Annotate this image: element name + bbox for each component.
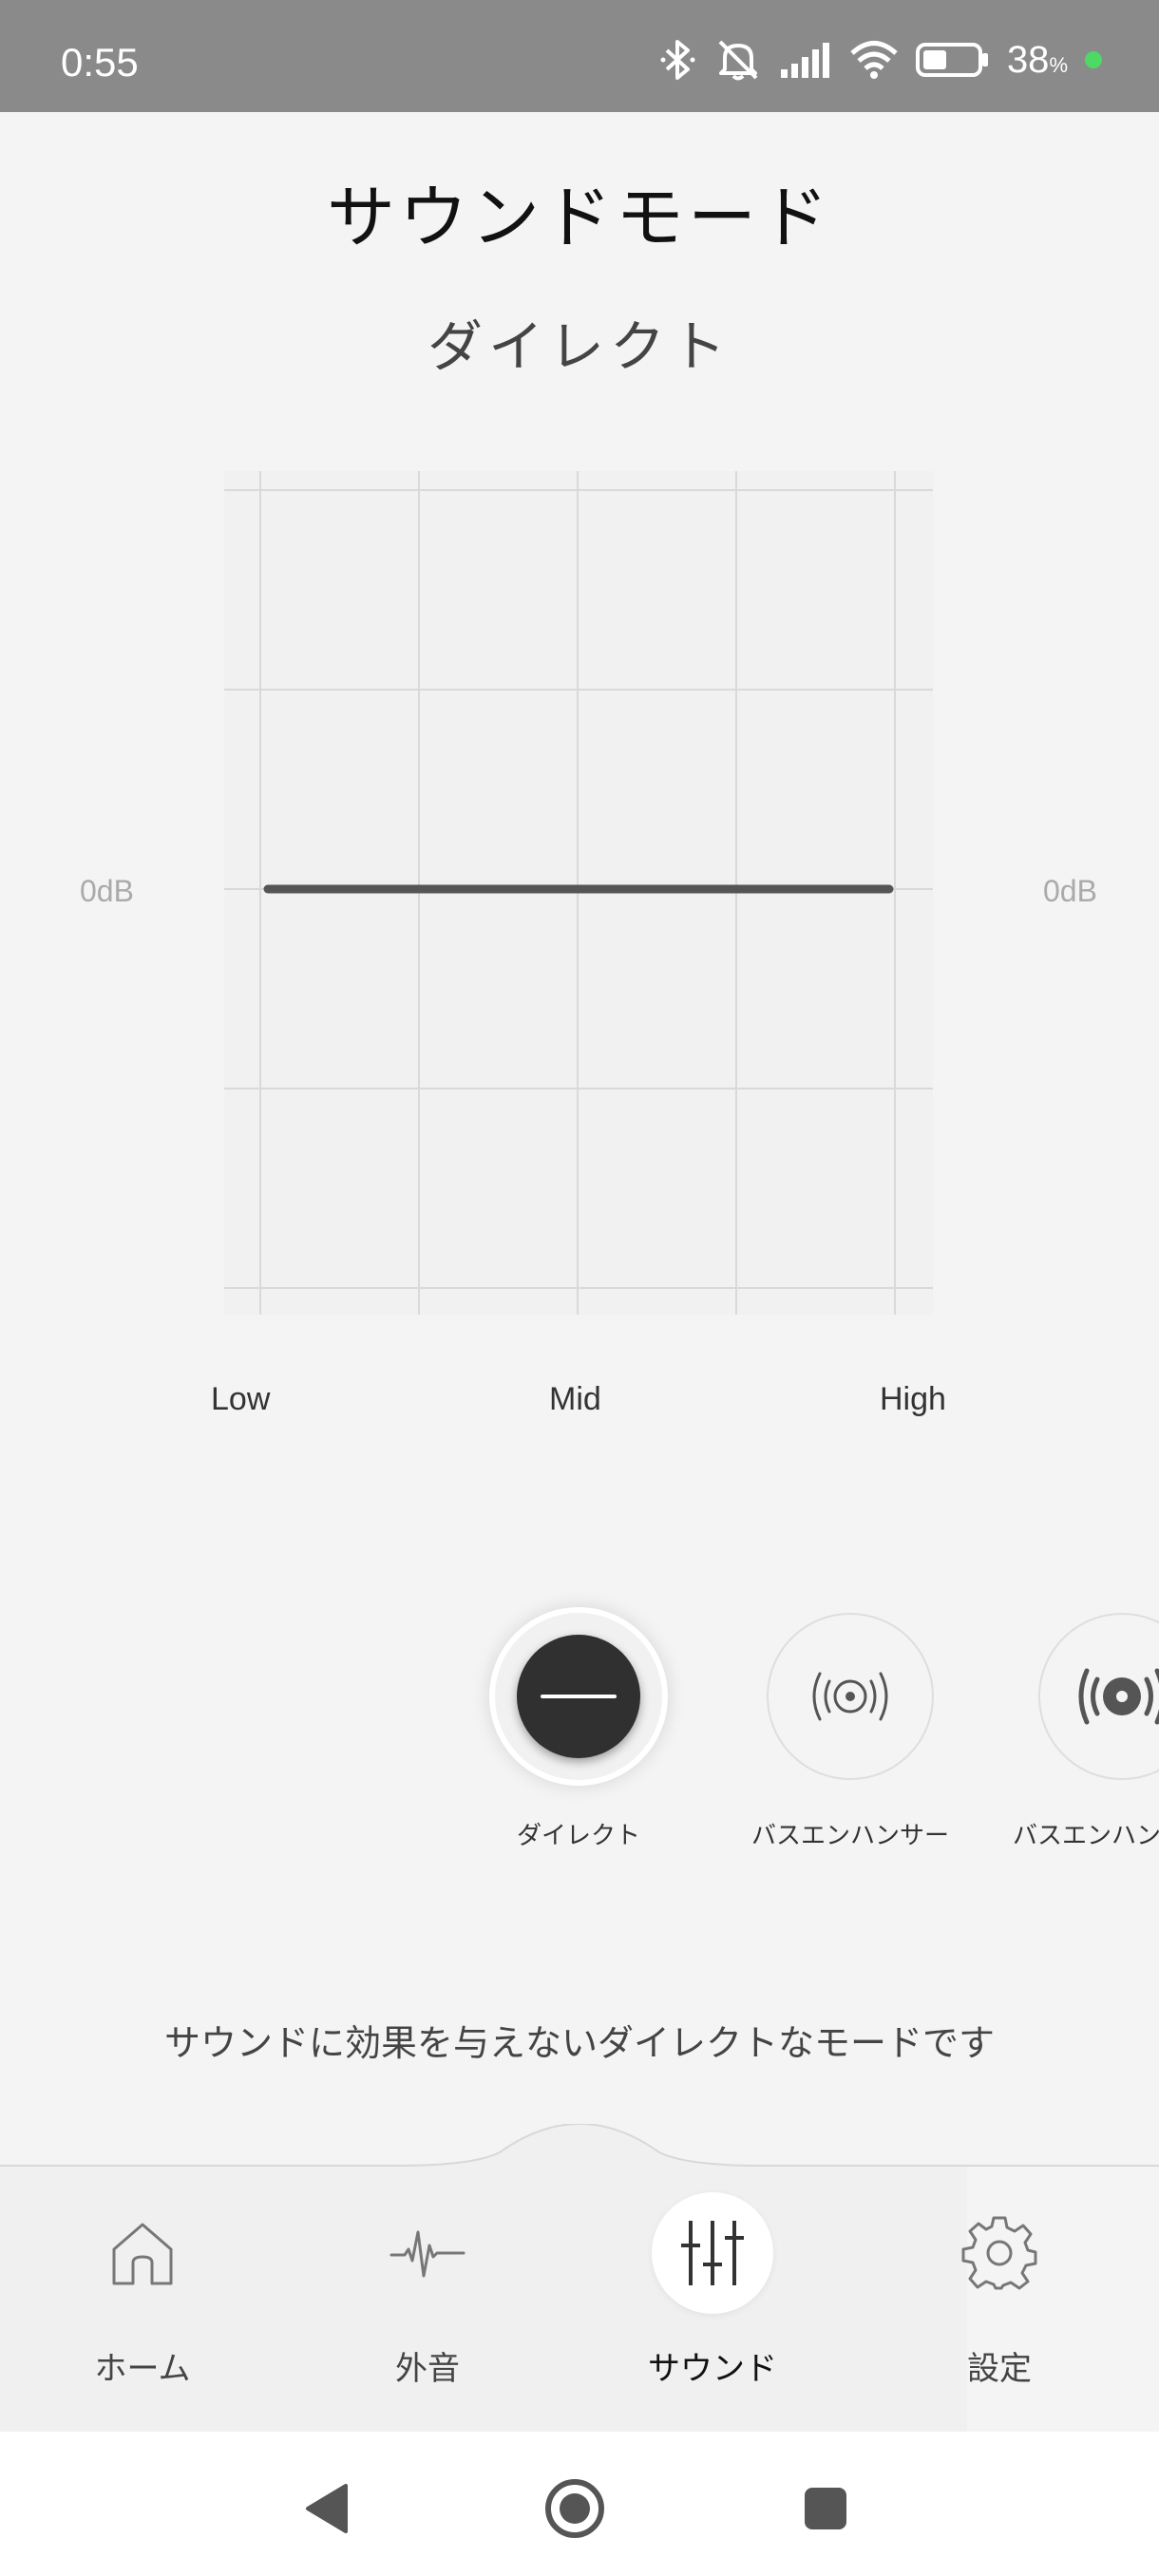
signal-icon — [780, 43, 829, 78]
bluetooth-icon — [660, 40, 695, 80]
mode-option-bass-enhancer-strong[interactable]: バスエンハン — [984, 1613, 1159, 1851]
silent-icon — [718, 40, 758, 81]
mode-label-bass-enhancer: バスエンハンサー — [750, 1822, 949, 1850]
home-circle-icon — [545, 2479, 604, 2538]
recents-square-icon — [805, 2488, 846, 2529]
current-mode-name: ダイレクト — [427, 314, 732, 379]
battery-status-dot — [1085, 51, 1102, 68]
nav-item-home[interactable]: ホーム — [28, 2187, 256, 2389]
freq-label-low: Low — [211, 1381, 271, 1417]
db-label-left: 0dB — [80, 874, 134, 908]
eq-graph — [224, 471, 933, 1315]
direct-mode-knob — [517, 1635, 640, 1758]
bottom-nav: ホーム 外音 サウンド 設定 — [0, 2124, 1159, 2432]
back-triangle-icon — [306, 2484, 348, 2533]
active-nav-indicator — [652, 2192, 773, 2314]
battery-icon — [915, 43, 988, 77]
mode-button-bass-enhancer[interactable] — [767, 1613, 934, 1780]
nav-icon-settings — [885, 2187, 1113, 2320]
wifi-icon — [850, 41, 898, 79]
db-label-right: 0dB — [1043, 874, 1097, 908]
status-bar: 0:55 38% — [0, 0, 1159, 112]
nav-icon-home — [28, 2187, 256, 2320]
nav-icon-ambient — [314, 2187, 542, 2320]
nav-item-sound[interactable]: サウンド — [598, 2187, 826, 2389]
bass-enhancer-icon — [812, 1672, 888, 1721]
nav-label-home: ホーム — [94, 2350, 191, 2388]
direct-icon — [541, 1695, 617, 1698]
mode-label-bass-enhancer-strong: バスエンハン — [1013, 1822, 1159, 1850]
freq-label-high: High — [880, 1381, 946, 1417]
status-time: 0:55 — [61, 40, 139, 85]
ambient-sound-icon — [390, 2230, 466, 2278]
equalizer-icon — [681, 2221, 744, 2285]
battery-percent: 38% — [1006, 38, 1068, 81]
nav-label-sound: サウンド — [648, 2350, 777, 2388]
page-title: サウンドモード — [326, 178, 832, 257]
status-icons: 38% — [659, 36, 1102, 84]
mode-option-direct[interactable]: ダイレクト — [441, 1613, 716, 1851]
home-icon — [112, 2223, 173, 2285]
mode-button-bass-enhancer-strong[interactable] — [1038, 1613, 1159, 1780]
mode-option-bass-enhancer[interactable]: バスエンハンサー — [712, 1613, 988, 1851]
mode-button-direct[interactable] — [495, 1613, 662, 1780]
freq-label-mid: Mid — [549, 1381, 601, 1417]
nav-item-ambient[interactable]: 外音 — [314, 2187, 542, 2389]
mode-label-direct: ダイレクト — [516, 1822, 640, 1850]
system-recents-button[interactable] — [792, 2475, 859, 2542]
system-back-button[interactable] — [293, 2475, 359, 2542]
bass-enhancer-strong-icon — [1078, 1668, 1159, 1725]
nav-item-settings[interactable]: 設定 — [885, 2187, 1113, 2389]
nav-label-ambient: 外音 — [395, 2350, 460, 2388]
nav-label-settings: 設定 — [967, 2350, 1032, 2388]
nav-icon-sound — [598, 2187, 826, 2320]
mode-description: サウンドに効果を与えないダイレクトなモードです — [163, 2022, 995, 2064]
gear-icon — [961, 2216, 1037, 2290]
system-home-button[interactable] — [542, 2475, 608, 2542]
system-nav-bar — [0, 2432, 1159, 2576]
